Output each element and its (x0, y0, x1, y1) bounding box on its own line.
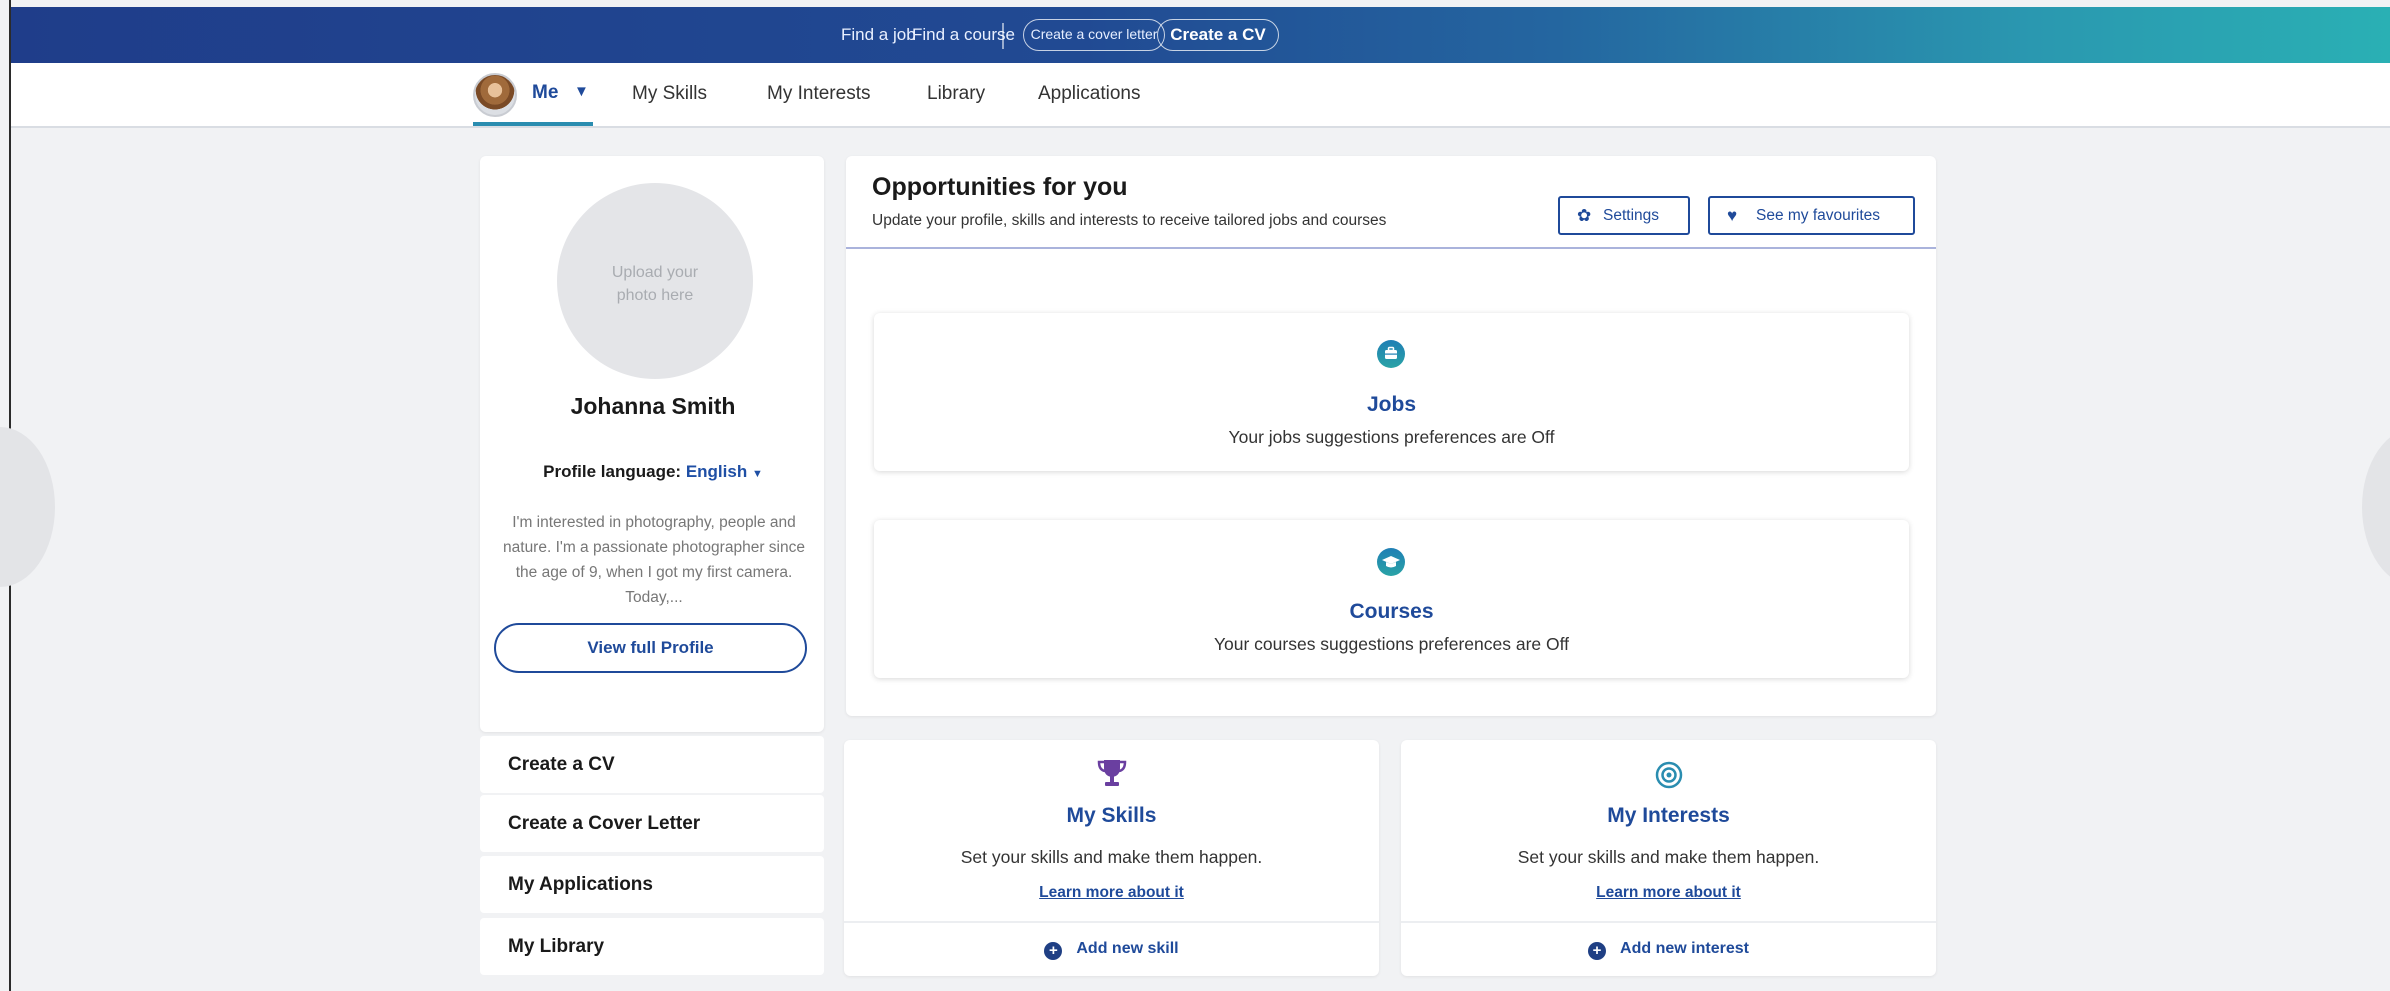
topbar-separator (1002, 23, 1004, 49)
active-tab-indicator (473, 122, 593, 126)
courses-description: Your courses suggestions preferences are… (1213, 634, 1570, 654)
my-skills-description: Set your skills and make them happen. (960, 847, 1263, 867)
side-menu-create-cv[interactable]: Create a CV (480, 736, 824, 793)
create-cover-letter-button[interactable]: Create a cover letter (1023, 19, 1165, 51)
tab-my-interests[interactable]: My Interests (767, 83, 870, 105)
trophy-icon (1095, 757, 1129, 789)
upload-photo-placeholder[interactable]: Upload your photo here (557, 183, 753, 379)
create-cv-button[interactable]: Create a CV (1157, 19, 1279, 51)
target-icon (1654, 760, 1684, 790)
add-new-interest-button[interactable]: + Add new interest (1401, 940, 1936, 960)
profile-language-label: Profile language: (543, 462, 682, 481)
side-menu-label: My Applications (508, 874, 653, 895)
interests-learn-more-link[interactable]: Learn more about it (1401, 884, 1936, 902)
side-menu-my-library[interactable]: My Library (480, 918, 824, 975)
side-menu-create-cover-letter[interactable]: Create a Cover Letter (480, 795, 824, 852)
skills-learn-more-link[interactable]: Learn more about it (844, 884, 1379, 902)
side-menu-my-applications[interactable]: My Applications (480, 856, 824, 913)
find-job-link[interactable]: Find a job (841, 25, 916, 45)
skills-card-divider (844, 921, 1379, 923)
see-favourites-button[interactable]: ♥ See my favourites (1708, 196, 1915, 235)
find-course-link[interactable]: Find a course (912, 25, 1015, 45)
carousel-next-decoration (2362, 427, 2390, 587)
briefcase-icon (1377, 340, 1405, 368)
side-menu-label: Create a Cover Letter (508, 813, 701, 834)
my-skills-title: My Skills (1066, 804, 1157, 827)
my-skills-card: My Skills Set your skills and make them … (844, 740, 1379, 976)
add-new-skill-label: Add new skill (1076, 940, 1179, 957)
tab-my-skills[interactable]: My Skills (632, 83, 707, 105)
opportunities-header-divider (846, 247, 1936, 249)
profile-bio: I'm interested in photography, people an… (503, 514, 805, 606)
me-menu[interactable]: Me (532, 82, 558, 104)
gear-icon: ✿ (1577, 206, 1592, 225)
avatar[interactable] (473, 73, 517, 117)
top-bar: Find a job Find a course Create a cover … (11, 7, 2390, 63)
interests-card-divider (1401, 921, 1936, 923)
carousel-prev-decoration (0, 427, 55, 587)
tab-library[interactable]: Library (927, 83, 985, 105)
chevron-down-icon[interactable]: ▼ (574, 83, 589, 100)
courses-title: Courses (1349, 600, 1434, 623)
opportunities-title: Opportunities for you (872, 173, 1128, 201)
profile-language-select[interactable]: English ▼ (686, 462, 763, 481)
settings-button[interactable]: ✿ Settings (1558, 196, 1690, 235)
opportunities-subtitle: Update your profile, skills and interest… (872, 212, 1387, 229)
add-new-interest-label: Add new interest (1620, 940, 1749, 957)
view-full-profile-button[interactable]: View full Profile (494, 623, 807, 673)
upload-photo-text: Upload your photo here (611, 264, 699, 304)
side-menu-label: Create a CV (508, 754, 615, 775)
plus-circle-icon: + (1588, 942, 1607, 960)
see-favourites-label: See my favourites (1756, 207, 1881, 224)
profile-name: Johanna Smith (570, 393, 736, 419)
courses-card[interactable]: Courses Your courses suggestions prefere… (874, 520, 1909, 678)
jobs-title: Jobs (1366, 393, 1416, 416)
profile-language: Profile language: English ▼ (483, 462, 823, 482)
jobs-card[interactable]: Jobs Your jobs suggestions preferences a… (874, 313, 1909, 471)
nav-bar (11, 63, 2390, 128)
tab-applications[interactable]: Applications (1038, 83, 1140, 105)
settings-label: Settings (1603, 207, 1660, 224)
side-menu-label: My Library (508, 936, 605, 957)
my-interests-description: Set your skills and make them happen. (1517, 847, 1820, 867)
my-interests-title: My Interests (1607, 804, 1730, 827)
heart-icon: ♥ (1727, 206, 1738, 225)
profile-language-value: English (685, 462, 748, 481)
jobs-description: Your jobs suggestions preferences are Of… (1228, 427, 1555, 447)
my-interests-card: My Interests Set your skills and make th… (1401, 740, 1936, 976)
graduation-cap-icon (1377, 548, 1405, 576)
chevron-down-icon: ▼ (751, 468, 763, 480)
plus-circle-icon: + (1044, 942, 1063, 960)
add-new-skill-button[interactable]: + Add new skill (844, 940, 1379, 960)
